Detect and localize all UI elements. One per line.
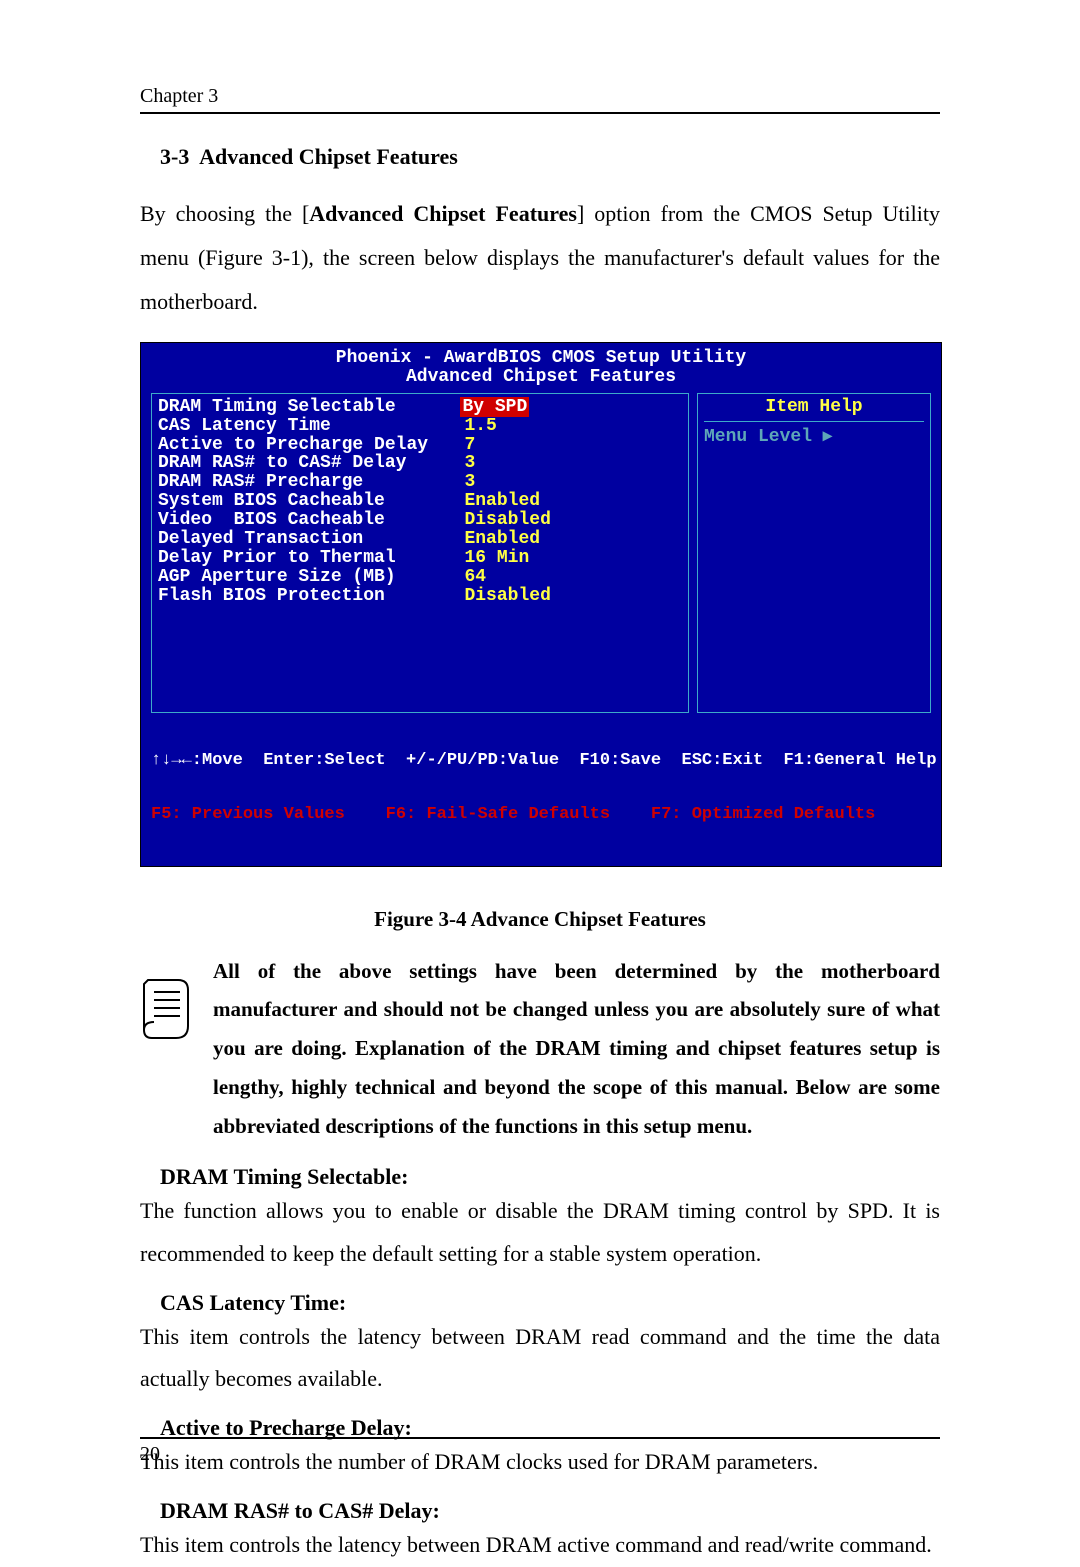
bios-setting-row: Delayed Transaction Enabled — [158, 530, 682, 549]
bios-setting-label: Flash BIOS Protection — [158, 586, 460, 606]
page-footer: 20 — [140, 1437, 940, 1466]
bios-setting-row: Flash BIOS Protection Disabled — [158, 587, 682, 606]
bios-setting-value: 1.5 — [464, 416, 496, 436]
section-intro: By choosing the [Advanced Chipset Featur… — [140, 192, 940, 324]
bios-setting-row: Active to Precharge Delay 7 — [158, 436, 682, 455]
bios-setting-label: CAS Latency Time — [158, 416, 460, 436]
bios-setting-value: Disabled — [464, 586, 550, 606]
setting-heading: DRAM Timing Selectable: — [140, 1164, 940, 1190]
bios-setting-label: DRAM RAS# to CAS# Delay — [158, 453, 460, 473]
bios-footer-line1: ↑↓→←:Move Enter:Select +/-/PU/PD:Value F… — [151, 752, 931, 770]
chapter-label: Chapter 3 — [140, 85, 218, 107]
note-icon — [140, 976, 195, 1044]
bios-setting-row: DRAM RAS# to CAS# Delay 3 — [158, 454, 682, 473]
setting-description: The function allows you to enable or dis… — [140, 1190, 940, 1276]
bios-screenshot: Phoenix - AwardBIOS CMOS Setup Utility A… — [140, 342, 942, 867]
setting-description: This item controls the latency between D… — [140, 1524, 940, 1567]
bios-setting-row: DRAM RAS# Precharge 3 — [158, 473, 682, 492]
note-text: All of the above settings have been dete… — [213, 952, 940, 1146]
setting-heading: CAS Latency Time: — [140, 1290, 940, 1316]
figure-caption: Figure 3-4 Advance Chipset Features — [140, 907, 940, 932]
setting-heading: DRAM RAS# to CAS# Delay: — [140, 1498, 940, 1524]
menu-level: Menu Level ▸ — [704, 428, 924, 447]
bios-settings-panel: DRAM Timing Selectable By SPDCAS Latency… — [151, 393, 689, 713]
bios-setting-row: Video BIOS Cacheable Disabled — [158, 511, 682, 530]
bios-subtitle: Advanced Chipset Features — [151, 368, 931, 387]
bios-setting-value: Enabled — [464, 491, 540, 511]
bios-setting-value: 16 Min — [464, 548, 529, 568]
note-block: All of the above settings have been dete… — [140, 952, 940, 1146]
bios-setting-value: Enabled — [464, 529, 540, 549]
bios-setting-label: Active to Precharge Delay — [158, 435, 460, 455]
bios-setting-value: 64 — [464, 567, 486, 587]
item-help-title: Item Help — [704, 398, 924, 422]
bios-footer-line2: F5: Previous Values F6: Fail-Safe Defaul… — [151, 806, 931, 824]
bios-setting-row: System BIOS Cacheable Enabled — [158, 492, 682, 511]
bios-setting-row: DRAM Timing Selectable By SPD — [158, 398, 682, 417]
section-heading: 3-3 Advanced Chipset Features — [140, 144, 940, 170]
bios-setting-value: 7 — [464, 435, 475, 455]
bios-setting-label: AGP Aperture Size (MB) — [158, 567, 460, 587]
bios-setting-value: 3 — [464, 472, 475, 492]
bios-footer: ↑↓→←:Move Enter:Select +/-/PU/PD:Value F… — [151, 717, 931, 860]
bios-setting-label: DRAM Timing Selectable — [158, 397, 460, 417]
bios-title: Phoenix - AwardBIOS CMOS Setup Utility — [151, 349, 931, 368]
page-number: 20 — [140, 1443, 160, 1465]
bios-setting-label: DRAM RAS# Precharge — [158, 472, 460, 492]
bios-setting-label: Delay Prior to Thermal — [158, 548, 460, 568]
bios-setting-value: By SPD — [460, 397, 529, 417]
page-header: Chapter 3 — [140, 85, 940, 114]
bios-setting-row: Delay Prior to Thermal 16 Min — [158, 549, 682, 568]
setting-description: This item controls the latency between D… — [140, 1316, 940, 1402]
bios-setting-row: AGP Aperture Size (MB) 64 — [158, 568, 682, 587]
bios-setting-value: 3 — [464, 453, 475, 473]
bios-setting-label: System BIOS Cacheable — [158, 491, 460, 511]
bios-setting-label: Delayed Transaction — [158, 529, 460, 549]
bios-setting-label: Video BIOS Cacheable — [158, 510, 460, 530]
bios-setting-value: Disabled — [464, 510, 550, 530]
bios-help-panel: Item Help Menu Level ▸ — [697, 393, 931, 713]
bios-setting-row: CAS Latency Time 1.5 — [158, 417, 682, 436]
